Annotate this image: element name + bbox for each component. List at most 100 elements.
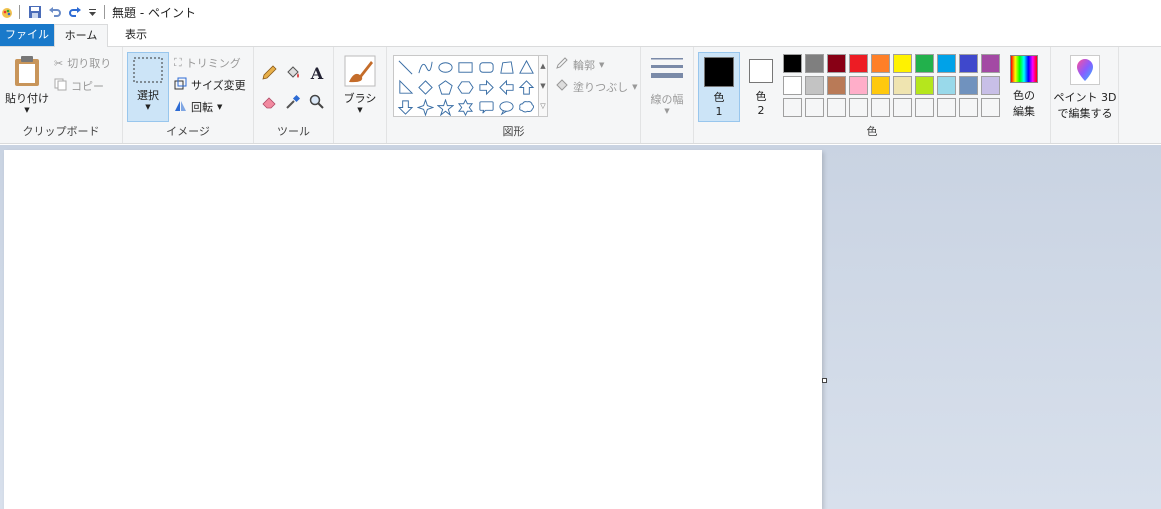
oval-icon[interactable] bbox=[437, 58, 455, 76]
resize-label: サイズ変更 bbox=[191, 79, 246, 92]
select-button[interactable]: 選択 ▼ bbox=[127, 52, 169, 122]
fill-bucket-icon[interactable] bbox=[284, 64, 302, 82]
canvas-workspace[interactable] bbox=[0, 145, 1161, 509]
hexagon-icon[interactable] bbox=[457, 78, 475, 96]
custom-color-slot[interactable] bbox=[937, 98, 956, 117]
rounded-rectangle-icon[interactable] bbox=[477, 58, 495, 76]
crop-label: トリミング bbox=[185, 57, 241, 70]
color-swatch[interactable] bbox=[805, 54, 824, 73]
paint3d-group: ペイント 3D で編集する bbox=[1051, 47, 1119, 143]
up-arrow-icon[interactable] bbox=[518, 78, 536, 96]
fill-label: 塗りつぶし bbox=[573, 80, 629, 94]
copy-button[interactable]: コピー bbox=[54, 78, 104, 94]
drawing-canvas[interactable] bbox=[4, 150, 822, 509]
eraser-icon[interactable] bbox=[260, 93, 278, 111]
color-swatch[interactable] bbox=[893, 76, 912, 95]
left-arrow-icon[interactable] bbox=[498, 78, 516, 96]
color-swatch[interactable] bbox=[915, 76, 934, 95]
triangle-icon[interactable] bbox=[518, 58, 536, 76]
four-point-star-icon[interactable] bbox=[416, 98, 434, 116]
six-point-star-icon[interactable] bbox=[457, 98, 475, 116]
color-swatch[interactable] bbox=[893, 54, 912, 73]
brush-label: ブラシ bbox=[343, 92, 377, 105]
color-swatch[interactable] bbox=[959, 76, 978, 95]
brush-button[interactable]: ブラシ ▼ bbox=[339, 55, 381, 114]
stroke-width-button[interactable]: 線の幅 ▼ bbox=[645, 55, 689, 115]
line-width-icon bbox=[650, 55, 684, 88]
pencil-icon[interactable] bbox=[260, 64, 278, 82]
outline-button[interactable]: 輪郭 ▼ bbox=[555, 56, 604, 73]
tab-file[interactable]: ファイル bbox=[0, 24, 54, 46]
custom-color-slot[interactable] bbox=[893, 98, 912, 117]
color-swatch[interactable] bbox=[871, 76, 890, 95]
color1-button[interactable]: 色 1 bbox=[698, 52, 740, 122]
custom-color-slot[interactable] bbox=[871, 98, 890, 117]
color-swatch[interactable] bbox=[959, 54, 978, 73]
color2-number: 2 bbox=[757, 104, 765, 117]
custom-color-slot[interactable] bbox=[959, 98, 978, 117]
cut-button[interactable]: ✂ 切り取り bbox=[54, 55, 111, 71]
color-swatch[interactable] bbox=[937, 54, 956, 73]
diamond-icon[interactable] bbox=[416, 78, 434, 96]
canvas-resize-handle[interactable] bbox=[822, 378, 827, 383]
gallery-expand[interactable]: ▽ bbox=[539, 96, 547, 116]
image-group-label: イメージ bbox=[166, 125, 210, 138]
rectangle-icon[interactable] bbox=[457, 58, 475, 76]
rounded-callout-icon[interactable] bbox=[477, 98, 495, 116]
color-swatch[interactable] bbox=[805, 76, 824, 95]
custom-color-slot[interactable] bbox=[805, 98, 824, 117]
oval-callout-icon[interactable] bbox=[498, 98, 516, 116]
save-icon[interactable] bbox=[25, 2, 45, 22]
custom-color-slot[interactable] bbox=[915, 98, 934, 117]
paint-app-icon[interactable] bbox=[0, 2, 14, 22]
colors-group-label: 色 bbox=[866, 125, 878, 138]
pentagon-icon[interactable] bbox=[437, 78, 455, 96]
paint3d-icon bbox=[1070, 55, 1100, 85]
clipboard-icon bbox=[12, 55, 42, 90]
shapes-gallery bbox=[393, 55, 539, 117]
rotate-button[interactable]: 回転 ▼ bbox=[174, 99, 222, 115]
color-swatch[interactable] bbox=[849, 76, 868, 95]
cloud-callout-icon[interactable] bbox=[518, 98, 536, 116]
custom-color-slot[interactable] bbox=[827, 98, 846, 117]
color2-button[interactable]: 色 2 bbox=[742, 52, 780, 122]
resize-button[interactable]: サイズ変更 bbox=[174, 77, 246, 93]
custom-color-slot[interactable] bbox=[783, 98, 802, 117]
text-tool-icon[interactable]: A bbox=[308, 64, 326, 83]
magnifier-icon[interactable] bbox=[308, 93, 326, 111]
polygon-icon[interactable] bbox=[498, 58, 516, 76]
edit-colors-button[interactable]: 色の 編集 bbox=[1004, 55, 1044, 119]
fill-button[interactable]: 塗りつぶし ▼ bbox=[555, 78, 638, 95]
right-arrow-icon[interactable] bbox=[477, 78, 495, 96]
custom-color-slot[interactable] bbox=[981, 98, 1000, 117]
curve-icon[interactable] bbox=[416, 58, 434, 76]
color-swatch[interactable] bbox=[783, 76, 802, 95]
redo-icon[interactable] bbox=[65, 2, 85, 22]
paste-button[interactable]: 貼り付け ▼ bbox=[4, 55, 50, 114]
chevron-down-icon[interactable] bbox=[85, 2, 99, 22]
five-point-star-icon[interactable] bbox=[437, 98, 455, 116]
custom-color-slot[interactable] bbox=[849, 98, 868, 117]
tab-home[interactable]: ホーム bbox=[54, 24, 108, 47]
fill-bucket-icon bbox=[555, 78, 569, 95]
color-swatch[interactable] bbox=[871, 54, 890, 73]
color-swatch[interactable] bbox=[981, 76, 1000, 95]
line-icon[interactable] bbox=[396, 58, 414, 76]
undo-icon[interactable] bbox=[45, 2, 65, 22]
gallery-scroll-down[interactable]: ▼ bbox=[539, 76, 547, 96]
color-swatch[interactable] bbox=[827, 54, 846, 73]
color-swatch[interactable] bbox=[981, 54, 1000, 73]
edit-with-paint3d-button[interactable]: ペイント 3D で編集する bbox=[1053, 55, 1117, 121]
down-arrow-icon[interactable] bbox=[396, 98, 414, 116]
color-picker-icon[interactable] bbox=[284, 93, 302, 111]
color-swatch[interactable] bbox=[783, 54, 802, 73]
color-swatch[interactable] bbox=[937, 76, 956, 95]
right-triangle-icon[interactable] bbox=[396, 78, 414, 96]
color-swatch[interactable] bbox=[915, 54, 934, 73]
edit-colors-label-2: 編集 bbox=[1013, 105, 1035, 118]
crop-button[interactable]: ⛶ トリミング bbox=[174, 55, 241, 71]
color-swatch[interactable] bbox=[849, 54, 868, 73]
tab-view[interactable]: 表示 bbox=[108, 24, 164, 46]
gallery-scroll-up[interactable]: ▲ bbox=[539, 56, 547, 76]
color-swatch[interactable] bbox=[827, 76, 846, 95]
